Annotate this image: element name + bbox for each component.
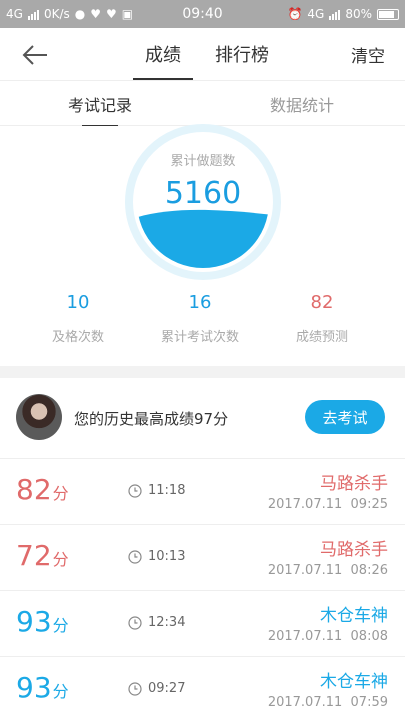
record-date: 2017.07.11 09:25 <box>267 497 388 512</box>
exam-count-value: 16 <box>188 292 212 313</box>
record-date: 2017.07.11 08:26 <box>267 563 388 578</box>
duration-text: 11:18 <box>148 483 186 498</box>
record-score: 93 分 <box>16 605 69 638</box>
pass-count-label: 及格次数 <box>51 330 104 345</box>
duration-text: 10:13 <box>148 549 186 564</box>
record-date: 2017.07.11 07:59 <box>267 695 388 710</box>
exam-count-label: 累计考试次数 <box>160 330 239 345</box>
pass-count-value: 10 <box>66 292 90 313</box>
battery-icon <box>377 8 399 20</box>
gauge-label: 累计做题数 <box>170 154 236 169</box>
go-exam-button[interactable]: 去考试 <box>305 400 385 434</box>
clock-icon <box>128 483 142 498</box>
record-duration: 11:18 <box>128 483 185 498</box>
tab-data-statistics[interactable]: 数据统计 <box>270 81 334 127</box>
score-number: 93 <box>16 605 52 638</box>
avatar <box>16 394 62 440</box>
best-score-row: 您的历史最高成绩97分 去考试 <box>0 378 405 458</box>
score-unit: 分 <box>52 616 69 635</box>
list-item[interactable]: 93 分 12:34 木仓车神 2017.07.11 08:08 <box>0 590 405 656</box>
score-prediction-value: 82 <box>310 292 334 313</box>
score-unit: 分 <box>52 550 69 569</box>
notification-icon: ▣ <box>121 7 134 21</box>
record-score: 82 分 <box>16 473 69 506</box>
shield-icon: ♥ <box>90 7 101 21</box>
record-title: 马路杀手 <box>320 540 388 560</box>
heart-icon: ♥ <box>106 7 117 21</box>
signal-icon <box>27 9 39 20</box>
alarm-icon: ⏰ <box>287 7 303 21</box>
back-button[interactable] <box>20 40 50 70</box>
network-type-right: 4G <box>307 7 325 21</box>
app-header: 成绩 排行榜 清空 <box>0 28 405 80</box>
clock-icon <box>128 681 142 696</box>
status-bar: 4G 0K/s ● ♥ ♥ ▣ 09:40 ⏰ 4G 80% <box>0 0 405 28</box>
message-icon: ● <box>74 7 86 21</box>
clock-icon <box>128 549 142 564</box>
duration-text: 12:34 <box>148 615 186 630</box>
record-duration: 10:13 <box>128 549 185 564</box>
network-type: 4G <box>6 7 23 21</box>
best-score-text: 您的历史最高成绩97分 <box>74 409 229 428</box>
clock-icon <box>128 615 142 630</box>
tab-exam-records[interactable]: 考试记录 <box>68 81 132 127</box>
score-unit: 分 <box>52 484 69 503</box>
score-number: 72 <box>16 539 52 572</box>
score-number: 93 <box>16 671 52 704</box>
list-item[interactable]: 93 分 09:27 木仓车神 2017.07.11 07:59 <box>0 656 405 720</box>
list-item[interactable]: 82 分 11:18 马路杀手 2017.07.11 09:25 <box>0 458 405 524</box>
record-duration: 09:27 <box>128 681 185 696</box>
stats-card: 累计做题数 5160 10 及格次数 16 累计考试次数 82 成绩预测 <box>0 124 405 366</box>
sub-tabs: 考试记录 数据统计 <box>0 80 405 127</box>
record-score: 72 分 <box>16 539 69 572</box>
network-speed: 0K/s <box>43 7 70 21</box>
record-title: 马路杀手 <box>320 474 388 494</box>
battery-percent: 80% <box>345 7 372 21</box>
record-score: 93 分 <box>16 671 69 704</box>
list-item[interactable]: 72 分 10:13 马路杀手 2017.07.11 08:26 <box>0 524 405 590</box>
exam-record-list: 82 分 11:18 马路杀手 2017.07.11 09:25 72 分 10:1… <box>0 458 405 720</box>
score-unit: 分 <box>52 682 69 701</box>
gauge-value: 5160 <box>164 176 242 211</box>
duration-text: 09:27 <box>148 681 186 696</box>
record-date: 2017.07.11 08:08 <box>267 629 388 644</box>
record-title: 木仓车神 <box>320 606 388 626</box>
score-prediction-label: 成绩预测 <box>295 330 348 345</box>
record-title: 木仓车神 <box>320 672 388 692</box>
score-number: 82 <box>16 473 52 506</box>
clear-button[interactable]: 清空 <box>351 28 385 80</box>
signal-icon-right <box>329 9 341 20</box>
back-arrow-icon <box>22 45 47 65</box>
tab-leaderboard[interactable]: 排行榜 <box>215 28 269 80</box>
record-duration: 12:34 <box>128 615 185 630</box>
tab-scores[interactable]: 成绩 <box>133 28 193 80</box>
